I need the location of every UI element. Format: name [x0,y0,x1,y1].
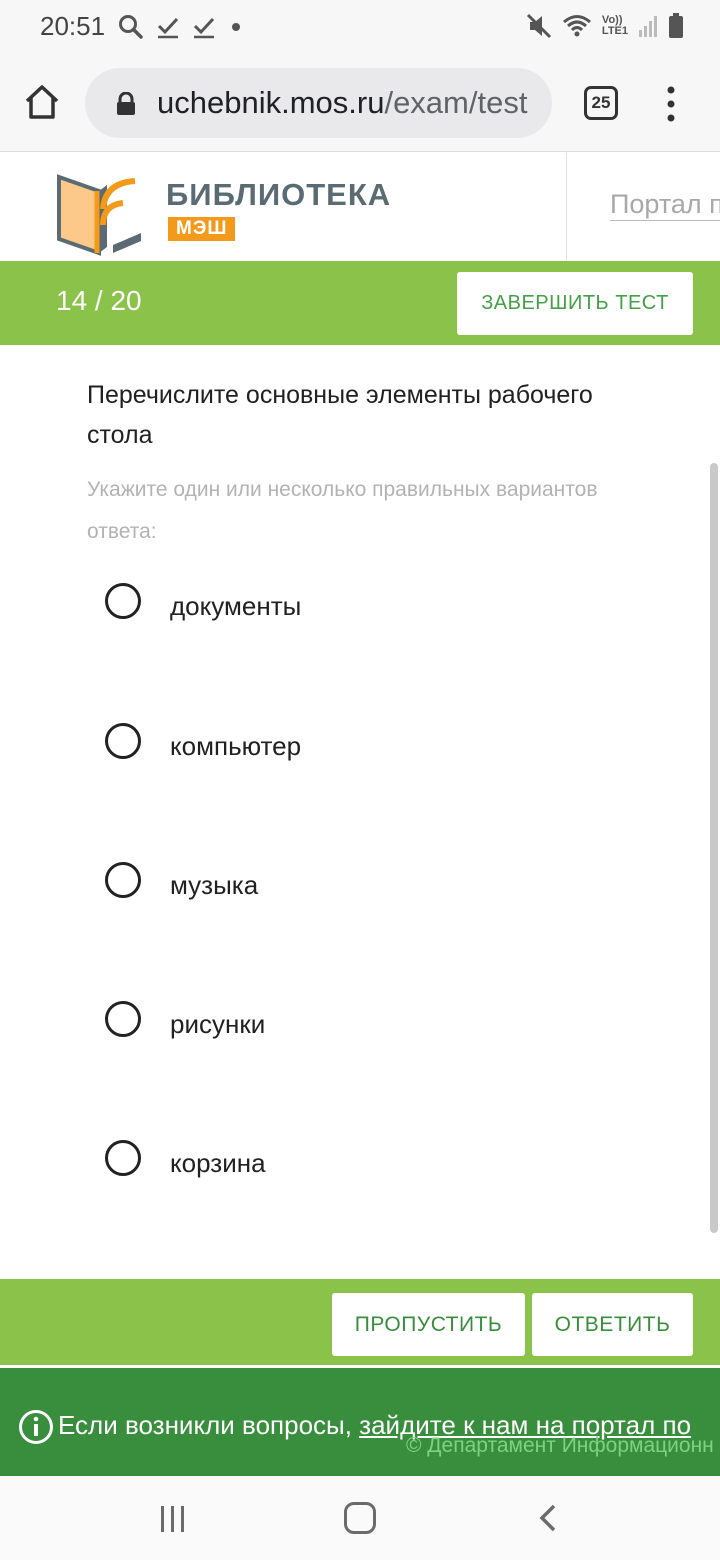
search-icon [119,15,143,39]
header-divider [566,153,567,261]
option-label[interactable]: музыка [170,870,258,901]
option-label[interactable]: документы [170,591,301,622]
more-menu-icon[interactable] [660,84,682,124]
home-icon[interactable] [22,82,62,122]
recent-apps-icon[interactable] [158,1504,188,1534]
system-nav-bar [0,1476,720,1560]
question-hint: Укажите один или несколько правильных ва… [87,478,598,543]
lock-icon [117,92,135,115]
footer-text: Если возникли вопросы, [58,1410,360,1440]
answer-option[interactable]: компьютер [100,723,660,783]
brand-title: БИБЛИОТЕКА [166,177,392,212]
radio-button[interactable] [105,723,141,759]
answer-option[interactable]: корзина [100,1140,660,1200]
radio-button[interactable] [105,862,141,898]
address-bar[interactable]: uchebnik.mos.ru/exam/test [85,68,552,138]
wifi-icon [562,15,591,37]
mute-icon [526,13,551,39]
copyright-text: © Департамент Информационн [406,1434,714,1457]
answer-button[interactable]: ОТВЕТИТЬ [532,1293,693,1356]
question-area: Перечислите основные элементы рабочего с… [0,345,720,1279]
help-footer: Если возникли вопросы, зайдите к нам на … [0,1368,720,1476]
tab-switcher-button[interactable]: 25 [584,86,618,120]
question-counter: 14 / 20 [56,285,142,316]
status-right-icons: Vo)) LTE1 [526,12,684,40]
lte-indicator: Vo)) LTE1 [602,15,628,37]
question-text: Перечислите основные элементы рабочего с… [87,381,593,449]
option-label[interactable]: компьютер [170,731,301,762]
check-icon [157,17,179,39]
dot-icon [232,23,240,31]
back-icon[interactable] [534,1502,564,1534]
url-host: uchebnik.mos.ru [157,85,385,120]
battery-icon [669,13,683,38]
site-header: БИБЛИОТЕКА МЭШ Портал п [0,153,720,261]
check-icon [193,17,215,39]
option-label[interactable]: корзина [170,1148,266,1179]
status-bar: 20:51 Vo)) LTE1 [0,0,720,52]
status-left-icons [118,14,244,40]
status-time: 20:51 [40,11,106,41]
url-path: /exam/test [384,85,528,120]
library-logo-icon[interactable] [55,163,145,257]
browser-toolbar: uchebnik.mos.ru/exam/test 25 [0,52,720,152]
radio-button[interactable] [105,1140,141,1176]
radio-button[interactable] [105,583,141,619]
answer-option[interactable]: музыка [100,862,660,922]
brand-badge: МЭШ [168,217,236,241]
info-icon [19,1410,53,1444]
portal-link[interactable]: Портал п [610,189,720,221]
answer-option[interactable]: рисунки [100,1001,660,1061]
home-nav-icon[interactable] [344,1502,376,1534]
test-progress-bar: 14 / 20 ЗАВЕРШИТЬ ТЕСТ [0,261,720,345]
answer-option[interactable]: документы [100,583,660,643]
finish-test-button[interactable]: ЗАВЕРШИТЬ ТЕСТ [457,272,693,335]
answer-bar: ПРОПУСТИТЬ ОТВЕТИТЬ [0,1279,720,1365]
radio-button[interactable] [105,1001,141,1037]
signal-icon [639,16,657,37]
option-label[interactable]: рисунки [170,1009,265,1040]
skip-button[interactable]: ПРОПУСТИТЬ [332,1293,525,1356]
url-text: uchebnik.mos.ru/exam/test [157,85,527,121]
lte-bottom-label: LTE1 [601,25,628,37]
scrollbar[interactable] [710,463,718,1233]
